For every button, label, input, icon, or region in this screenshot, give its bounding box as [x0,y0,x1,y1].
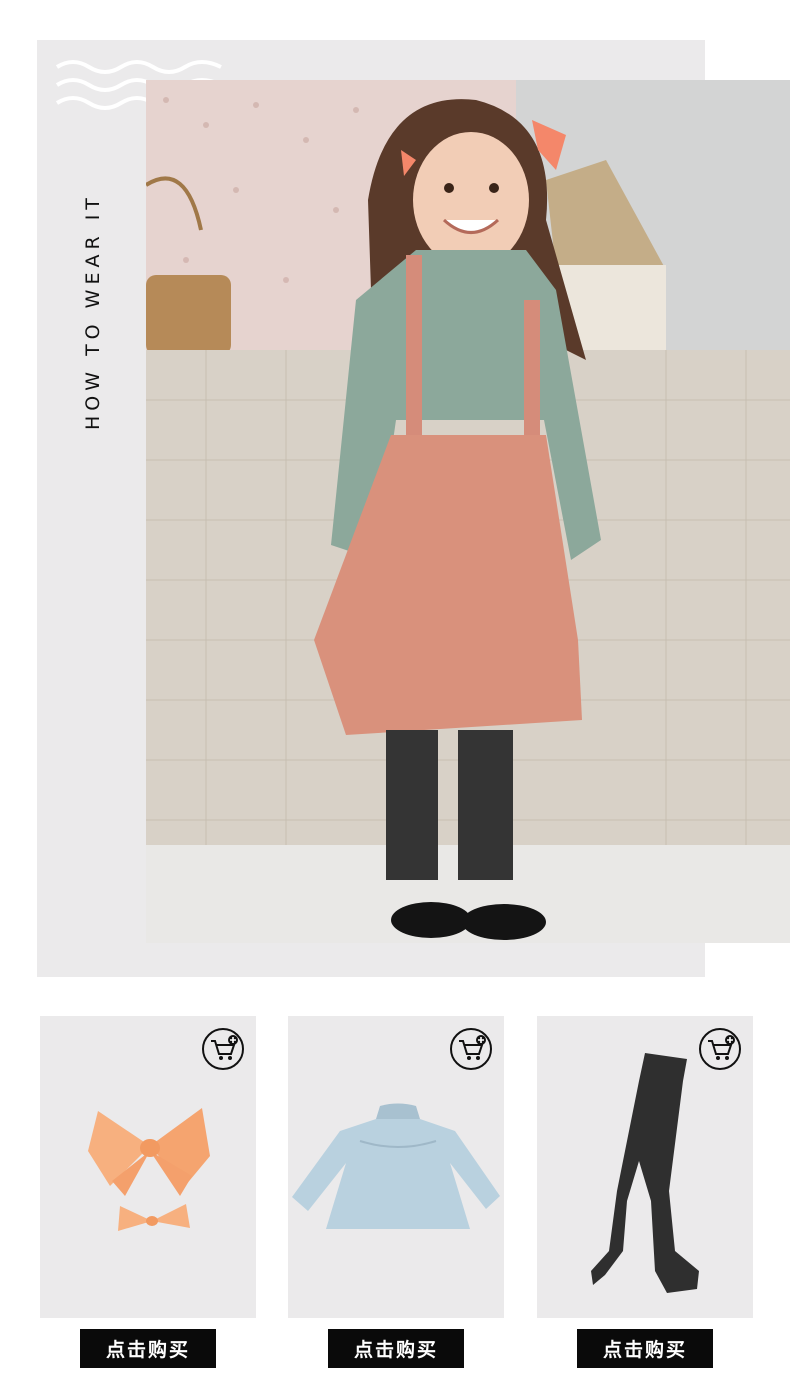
model-outfit-photo [146,80,790,943]
product-card-blouse[interactable] [288,1016,504,1318]
buy-button-bow[interactable]: 点击购买 [80,1329,216,1368]
knit-tights-image [591,1053,699,1293]
buy-button-blouse[interactable]: 点击购买 [328,1329,464,1368]
cart-plus-icon[interactable] [450,1028,492,1070]
product-card-tights[interactable] [537,1016,753,1318]
hair-bow-image [88,1108,210,1231]
how-to-wear-label: HOW TO WEAR IT [82,193,104,430]
product-card-bow[interactable] [40,1016,256,1318]
ruffle-blouse-image [292,1103,500,1229]
cart-plus-icon[interactable] [202,1028,244,1070]
buy-button-tights[interactable]: 点击购买 [577,1329,713,1368]
